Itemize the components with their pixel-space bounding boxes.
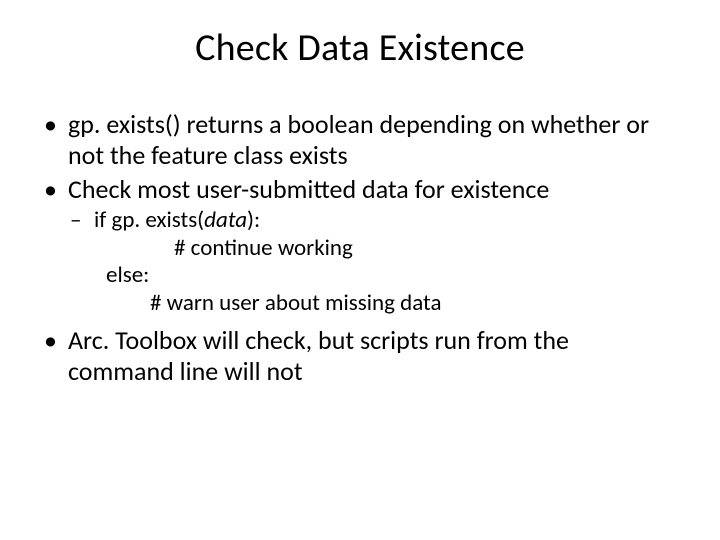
code-line-1-post: ): <box>247 206 260 234</box>
sub-bullet-item: if gp. exists(data): # continue working … <box>68 207 680 317</box>
code-line-1-pre: if gp. exists( <box>94 206 204 234</box>
bullet-item-2: Check most user-submitted data for exist… <box>40 174 680 317</box>
slide-title: Check Data Existence <box>40 25 680 71</box>
code-block: if gp. exists(data): # continue working … <box>94 207 680 317</box>
slide: Check Data Existence gp. exists() return… <box>0 0 720 540</box>
bullet-item-3: Arc. Toolbox will check, but scripts run… <box>40 325 680 386</box>
code-line-4: # warn user about missing data <box>94 290 680 318</box>
sub-bullet-list: if gp. exists(data): # continue working … <box>68 207 680 317</box>
bullet-list: gp. exists() returns a boolean depending… <box>40 109 680 387</box>
code-line-2: # continue working <box>94 235 680 263</box>
bullet-item-1: gp. exists() returns a boolean depending… <box>40 109 680 170</box>
code-line-1-arg: data <box>204 206 247 234</box>
bullet-item-2-text: Check most user-submitted data for exist… <box>68 173 549 205</box>
code-line-1: if gp. exists(data): <box>94 207 680 235</box>
code-line-3: else: <box>94 262 680 290</box>
